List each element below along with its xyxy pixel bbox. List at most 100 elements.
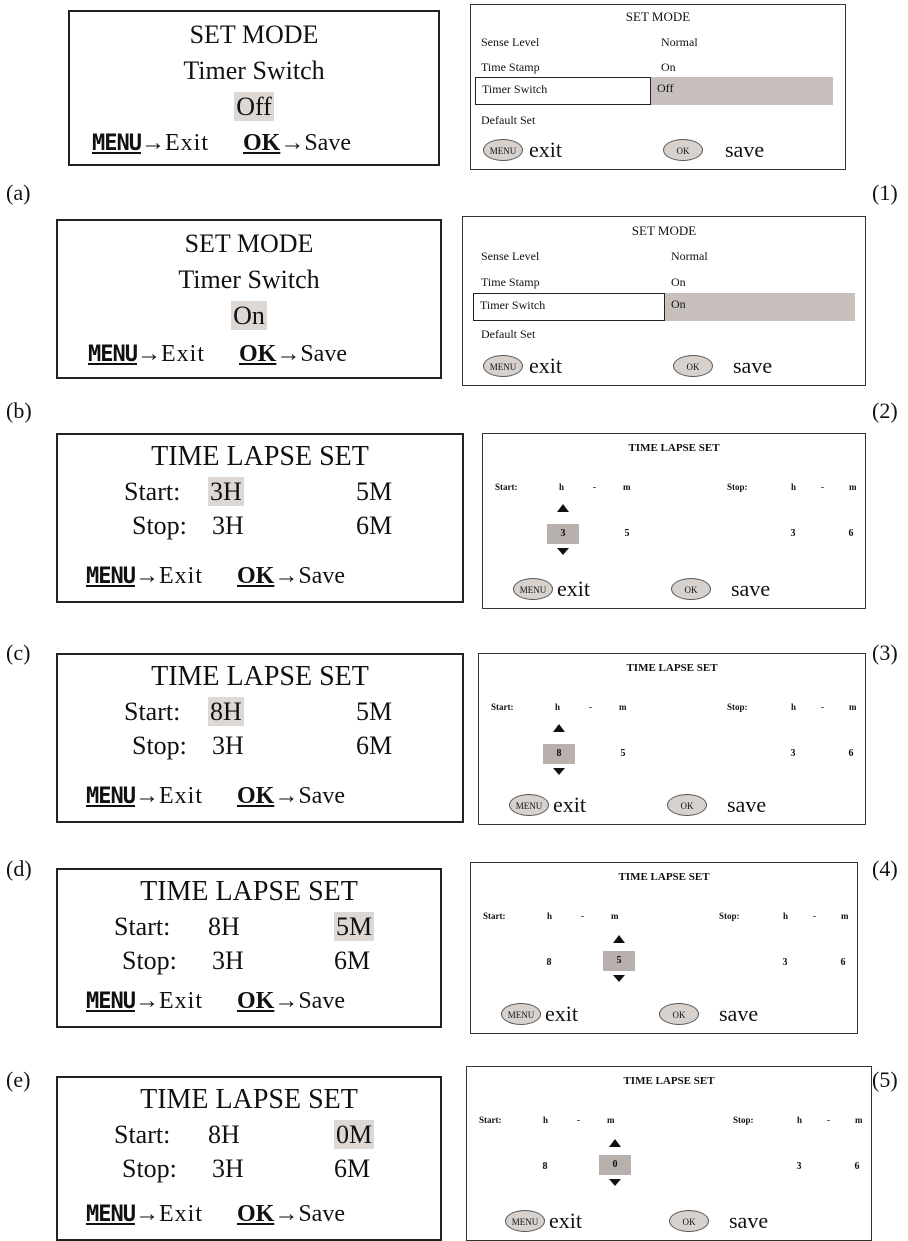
ok-button[interactable]: OK	[673, 355, 713, 377]
start-min-row: 5M	[356, 477, 392, 507]
ok-button[interactable]: OK	[667, 794, 707, 816]
start-minute: 0M	[334, 1120, 375, 1149]
start-hour-value: 8	[546, 957, 552, 968]
exit-label: exit	[557, 576, 590, 601]
start-hour: 8H	[208, 697, 244, 726]
timer-switch-value[interactable]: Off	[651, 77, 833, 105]
start-hour-row: 8H	[208, 1120, 240, 1150]
up-arrow-icon[interactable]	[553, 724, 565, 732]
lcd-title: SET MODE	[184, 229, 314, 258]
lcd-footer: MENU→Exit OK→Save	[92, 130, 351, 157]
stop-dash: -	[821, 482, 824, 492]
stop-minute-value: 6	[848, 528, 854, 539]
screen-title: SET MODE	[631, 223, 697, 238]
arrow: →	[280, 130, 305, 156]
caption-right: (5)	[872, 1067, 898, 1092]
save-text: Save	[298, 988, 345, 1014]
sense-level-value: Normal	[661, 35, 698, 49]
screen-time-lapse: TIME LAPSE SET Start: h - m Stop: h - m …	[482, 433, 866, 609]
save-text: Save	[298, 563, 345, 589]
ok-button[interactable]: OK	[659, 1003, 699, 1025]
stop-hour-value: 3	[790, 528, 796, 539]
up-arrow-icon[interactable]	[613, 935, 625, 943]
start-dash: -	[589, 702, 592, 712]
start-hour: 8H	[208, 912, 240, 941]
save-text: Save	[298, 1201, 345, 1227]
caption-b: (b)	[6, 398, 32, 423]
lcd-value: On	[231, 301, 267, 330]
start-hour-row: 8H	[208, 697, 244, 727]
screen-title: TIME LAPSE SET	[628, 442, 720, 454]
stop-hour: 3H	[212, 1154, 244, 1183]
default-set-label: Default Set	[481, 113, 536, 127]
down-arrow-icon[interactable]	[557, 548, 569, 555]
screen-title: TIME LAPSE SET	[626, 662, 718, 674]
menu-button[interactable]: MENU	[513, 578, 553, 600]
stop-label: Stop:	[122, 1154, 177, 1183]
selected-field[interactable]: 0	[599, 1155, 631, 1175]
screen-time-lapse: TIME LAPSE SET Start: h - m Stop: h - m …	[470, 862, 858, 1034]
save-label: save	[725, 137, 765, 162]
lcd-value-row: Off	[70, 92, 438, 122]
exit-label: exit	[553, 792, 586, 817]
stop-label: Stop:	[719, 911, 740, 921]
arrow: →	[140, 130, 165, 156]
stop-dash: -	[813, 911, 816, 921]
save-text: Save	[298, 783, 345, 809]
stop-hour-value: 3	[790, 748, 796, 759]
stop-m-label: m	[855, 1115, 863, 1125]
exit-text: Exit	[158, 988, 203, 1014]
menu-button[interactable]: MENU	[483, 139, 523, 161]
start-hour: 8H	[208, 1120, 240, 1149]
selected-field[interactable]: 8	[543, 744, 575, 764]
stop-label: Stop:	[727, 702, 748, 712]
timer-switch-value[interactable]: On	[665, 293, 855, 321]
selected-field[interactable]: 5	[603, 951, 635, 971]
start-h-label: h	[547, 911, 553, 921]
arrow: →	[136, 341, 161, 367]
lcd-footer: MENU→Exit OK→Save	[86, 1201, 345, 1228]
start-h-label: h	[555, 702, 561, 712]
time-stamp-value: On	[661, 60, 676, 74]
up-arrow-icon[interactable]	[609, 1139, 621, 1147]
screen-set-mode-on: SET MODE Sense Level Normal Time Stamp O…	[462, 216, 866, 386]
menu-button[interactable]: MENU	[501, 1003, 541, 1025]
start-label: Start:	[495, 482, 518, 492]
stop-minute: 6M	[356, 511, 393, 540]
start-label: Start:	[114, 912, 171, 941]
menu-key: MENU	[86, 989, 136, 1014]
start-label: Start:	[124, 477, 181, 506]
ok-button[interactable]: OK	[669, 1210, 709, 1232]
menu-button[interactable]: MENU	[483, 355, 523, 377]
stop-label: Stop:	[132, 511, 187, 540]
start-min-row: 5M	[334, 912, 375, 942]
up-arrow-icon[interactable]	[557, 504, 569, 512]
stop-h-label: h	[797, 1115, 803, 1125]
lcd-footer: MENU→Exit OK→Save	[86, 988, 345, 1015]
screen-set-mode-off: SET MODE Sense Level Normal Time Stamp O…	[470, 4, 846, 170]
lcd-set-mode-off: SET MODE Timer Switch Off MENU→Exit OK→S…	[68, 10, 440, 166]
ok-button[interactable]: OK	[671, 578, 711, 600]
down-arrow-icon[interactable]	[613, 975, 625, 982]
start-dash: -	[581, 911, 584, 921]
down-arrow-icon[interactable]	[553, 768, 565, 775]
start-minute: 5M	[356, 477, 393, 506]
caption-left: (c)	[6, 640, 31, 665]
down-arrow-icon[interactable]	[609, 1179, 621, 1186]
exit-text: Exit	[158, 563, 203, 589]
stop-m-label: m	[841, 911, 849, 921]
lcd-title: TIME LAPSE SET	[151, 441, 369, 472]
timer-switch-item[interactable]: Timer Switch	[475, 77, 651, 105]
stop-m-label: m	[849, 702, 857, 712]
timer-switch-item[interactable]: Timer Switch	[473, 293, 665, 321]
selected-field[interactable]: 3	[547, 524, 579, 544]
lcd-label: Timer Switch	[183, 56, 325, 85]
start-label: Start:	[491, 702, 514, 712]
lcd-title: TIME LAPSE SET	[140, 876, 358, 907]
menu-key: MENU	[86, 1202, 136, 1227]
ok-button[interactable]: OK	[663, 139, 703, 161]
screen-time-lapse: TIME LAPSE SET Start: h - m Stop: h - m …	[466, 1066, 872, 1241]
menu-button[interactable]: MENU	[505, 1210, 545, 1232]
stop-hour-value: 3	[782, 957, 788, 968]
menu-button[interactable]: MENU	[509, 794, 549, 816]
